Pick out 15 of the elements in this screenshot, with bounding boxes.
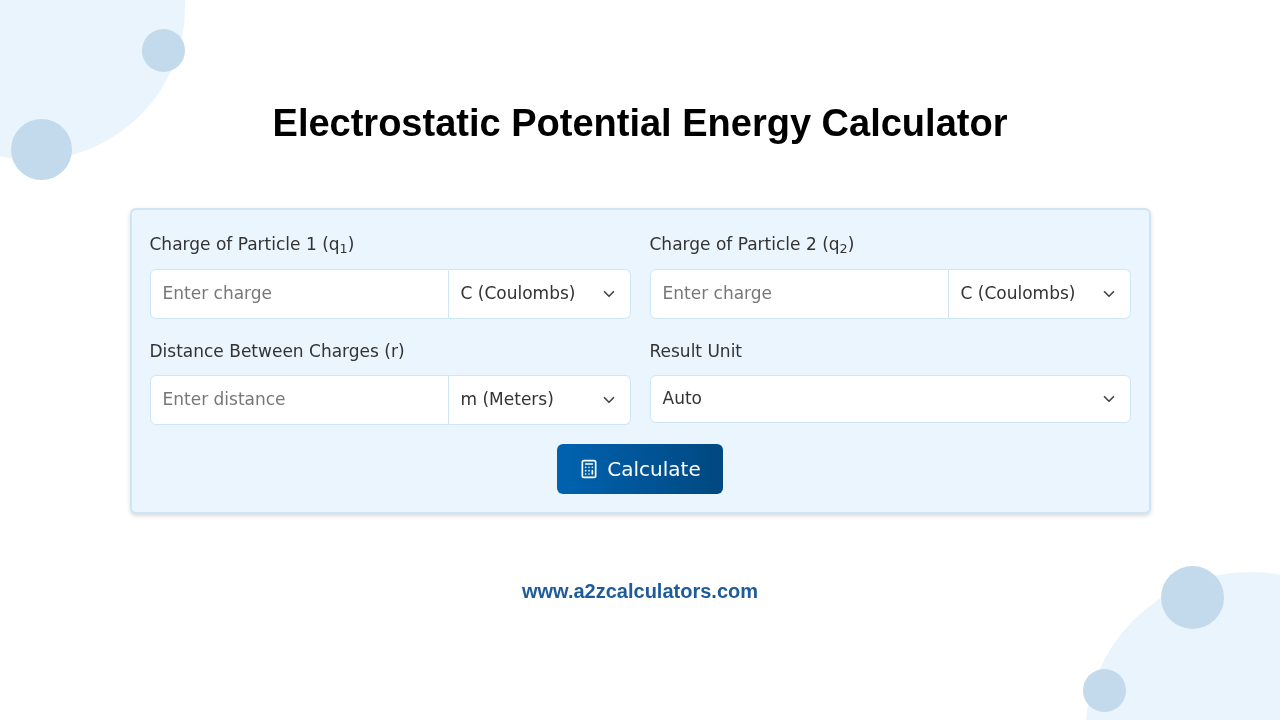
unit-select[interactable]: C (Coulombs) [948,268,1131,319]
unit-select[interactable]: C (Coulombs) [448,268,631,319]
field-label: Charge of Particle 2 (q$_{2}$) [649,233,855,258]
result-unit-select[interactable]: Auto [649,375,1131,423]
input-field[interactable]: Enter distance [149,375,449,425]
field-label: Distance Between Charges (r) [149,339,405,363]
calculate-button[interactable]: Calculate [557,444,723,494]
field-label: Result Unit [649,339,743,363]
website-link[interactable]: www.a2zcalculators.com [522,576,758,606]
calculator-icon [579,459,600,479]
input-field[interactable]: Enter charge [649,268,949,319]
unit-select[interactable]: m (Meters) [448,375,631,425]
field-label: Charge of Particle 1 (q$_{1}$) [149,233,355,258]
input-field[interactable]: Enter charge [149,268,449,319]
page-title: Electrostatic Potential Energy Calculator [272,101,1008,146]
